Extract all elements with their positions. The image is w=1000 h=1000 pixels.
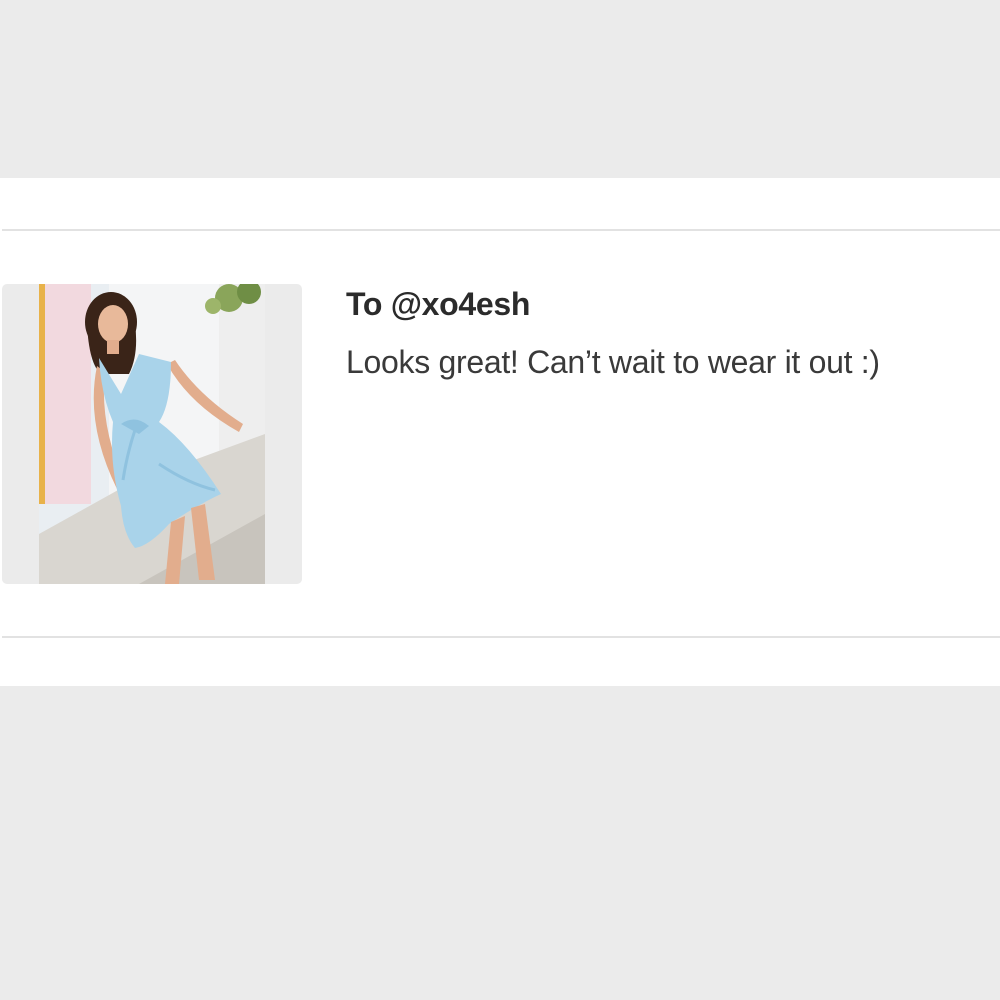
divider-bottom — [2, 636, 1000, 638]
page-background — [0, 0, 1000, 178]
review-photo[interactable] — [2, 284, 302, 584]
review-message: Looks great! Can’t wait to wear it out :… — [346, 344, 880, 380]
dress-photo-icon — [39, 284, 265, 584]
divider-top — [2, 229, 1000, 231]
review-card: To @xo4esh Looks great! Can’t wait to we… — [0, 178, 1000, 686]
review-recipient[interactable]: To @xo4esh — [346, 286, 530, 323]
